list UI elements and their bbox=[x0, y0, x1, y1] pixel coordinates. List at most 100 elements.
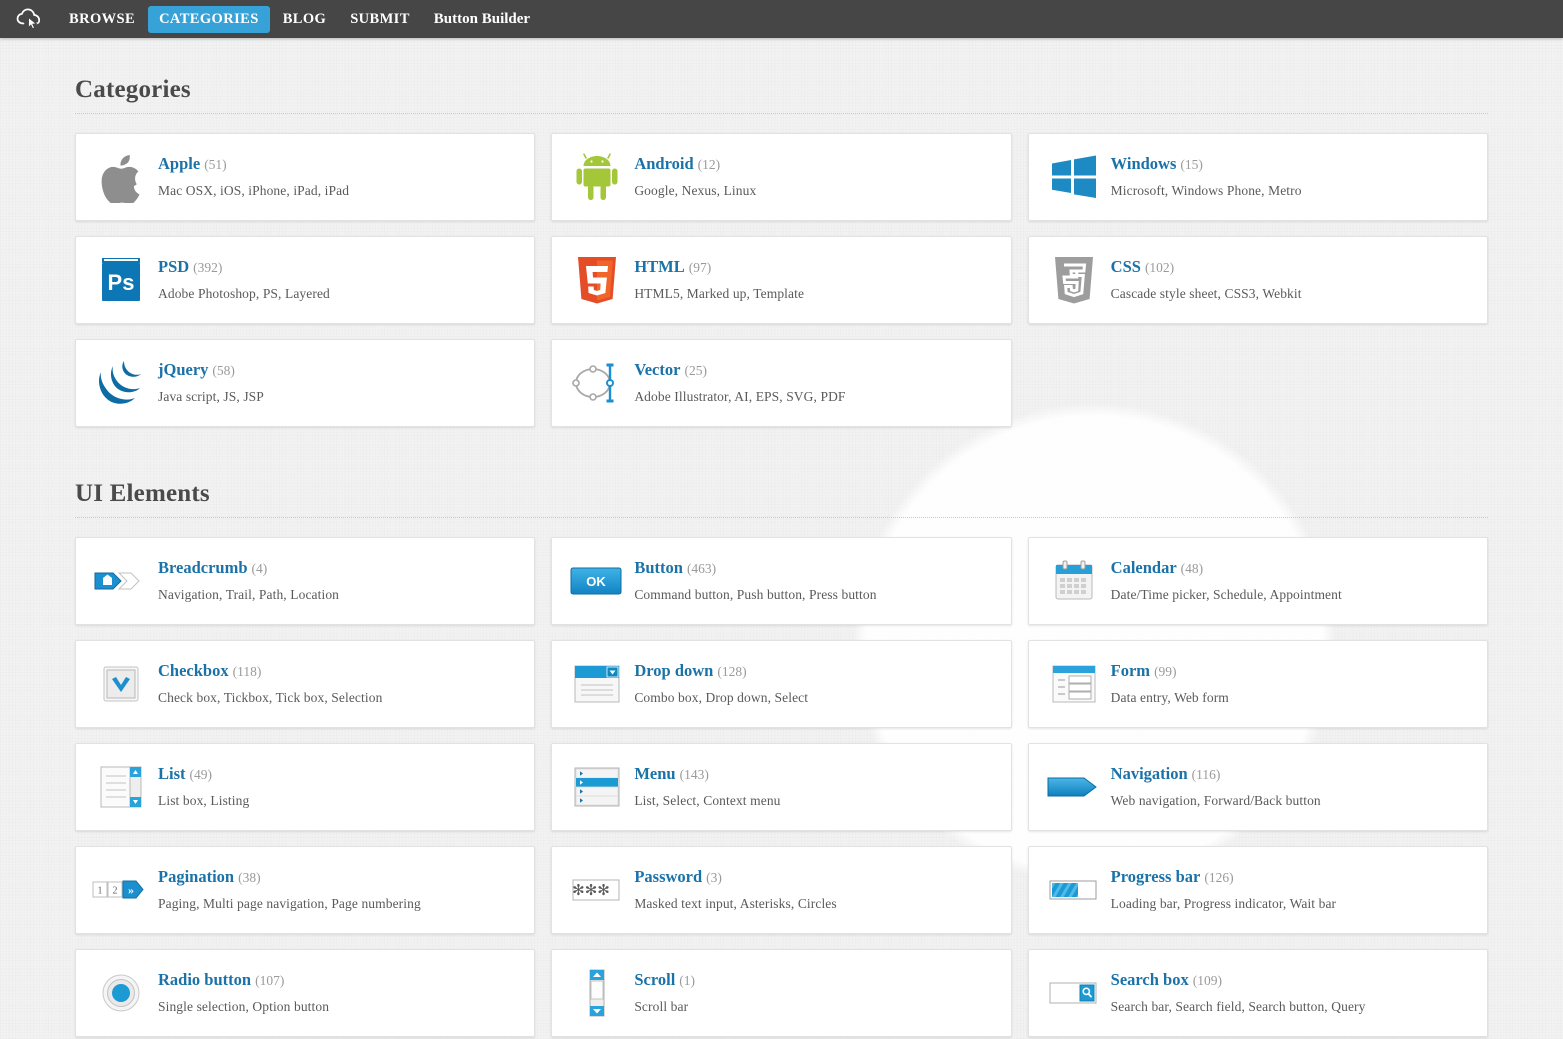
categories-grid: Apple(51) Mac OSX, iOS, iPhone, iPad, iP… bbox=[67, 133, 1496, 442]
category-card-html[interactable]: HTML(97) HTML5, Marked up, Template bbox=[551, 236, 1011, 324]
category-card-vector[interactable]: Vector(25) Adobe Illustrator, AI, EPS, S… bbox=[551, 339, 1011, 427]
checkbox-icon bbox=[90, 655, 152, 713]
ui-card-radio-button[interactable]: Radio button (107) Single selection, Opti… bbox=[75, 949, 535, 1037]
svg-text:1: 1 bbox=[98, 886, 103, 897]
card-desc: Adobe Photoshop, PS, Layered bbox=[158, 286, 330, 302]
ui-card-navigation[interactable]: Navigation(116) Web navigation, Forward/… bbox=[1028, 743, 1488, 831]
card-title: PSD bbox=[158, 257, 189, 276]
menu-icon bbox=[566, 758, 628, 816]
card-title: Android bbox=[634, 154, 693, 173]
apple-icon bbox=[90, 148, 152, 206]
svg-text:OK: OK bbox=[587, 574, 607, 589]
list-icon bbox=[90, 758, 152, 816]
card-desc: Microsoft, Windows Phone, Metro bbox=[1111, 183, 1302, 199]
category-card-android[interactable]: Android(12) Google, Nexus, Linux bbox=[551, 133, 1011, 221]
card-count: (4) bbox=[252, 561, 268, 576]
card-desc: Check box, Tickbox, Tick box, Selection bbox=[158, 690, 382, 706]
card-desc: Single selection, Option button bbox=[158, 999, 329, 1015]
scrollbar-icon bbox=[566, 964, 628, 1022]
vector-icon bbox=[566, 354, 628, 412]
card-desc: Navigation, Trail, Path, Location bbox=[158, 587, 339, 603]
card-title: Scroll bbox=[634, 970, 675, 989]
breadcrumb-icon bbox=[90, 552, 152, 610]
card-title: Search box bbox=[1111, 970, 1189, 989]
card-title: List bbox=[158, 764, 186, 783]
card-count: (392) bbox=[193, 260, 222, 275]
css3-icon bbox=[1043, 251, 1105, 309]
card-title: jQuery bbox=[158, 360, 208, 379]
card-count: (118) bbox=[233, 664, 262, 679]
card-title: HTML bbox=[634, 257, 684, 276]
category-card-windows[interactable]: Windows(15) Microsoft, Windows Phone, Me… bbox=[1028, 133, 1488, 221]
ui-card-scroll[interactable]: Scroll(1) Scroll bar bbox=[551, 949, 1011, 1037]
card-desc: List, Select, Context menu bbox=[634, 793, 780, 809]
category-card-apple[interactable]: Apple(51) Mac OSX, iOS, iPhone, iPad, iP… bbox=[75, 133, 535, 221]
card-desc: Combo box, Drop down, Select bbox=[634, 690, 808, 706]
card-desc: Paging, Multi page navigation, Page numb… bbox=[158, 896, 421, 912]
card-title: CSS bbox=[1111, 257, 1141, 276]
card-count: (107) bbox=[255, 973, 284, 988]
ui-card-pagination[interactable]: 1 2 » Pagination (38) Paging, Multi page … bbox=[75, 846, 535, 934]
card-count: (116) bbox=[1192, 767, 1221, 782]
ui-card-search-box[interactable]: Search box (109) Search bar, Search field… bbox=[1028, 949, 1488, 1037]
card-count: (102) bbox=[1145, 260, 1174, 275]
nav-browse[interactable]: BROWSE bbox=[58, 6, 146, 33]
card-desc: Data entry, Web form bbox=[1111, 690, 1229, 706]
android-icon bbox=[566, 148, 628, 206]
nav-submit[interactable]: SUBMIT bbox=[339, 6, 421, 33]
ui-card-list[interactable]: List(49) List box, Listing bbox=[75, 743, 535, 831]
pagination-icon: 1 2 » bbox=[90, 861, 152, 919]
svg-text:2: 2 bbox=[113, 886, 118, 897]
card-title: Pagination bbox=[158, 867, 234, 886]
password-icon: ✻✻✻ bbox=[566, 861, 628, 919]
card-count: (128) bbox=[717, 664, 746, 679]
ui-card-dropdown[interactable]: Drop down(128) Combo box, Drop down, Sel… bbox=[551, 640, 1011, 728]
ui-card-password[interactable]: ✻✻✻ Password(3) Masked text input, Aster… bbox=[551, 846, 1011, 934]
card-count: (126) bbox=[1204, 870, 1233, 885]
ui-card-button[interactable]: OK Button(463) Command button, Push butt… bbox=[551, 537, 1011, 625]
ok-button-icon: OK bbox=[566, 552, 628, 610]
section-title-categories: Categories bbox=[75, 38, 1488, 113]
section-title-ui-elements: UI Elements bbox=[75, 442, 1488, 517]
card-title: Checkbox bbox=[158, 661, 229, 680]
card-desc: Java script, JS, JSP bbox=[158, 389, 264, 405]
category-card-jquery[interactable]: jQuery (58) Java script, JS, JSP bbox=[75, 339, 535, 427]
card-desc: Date/Time picker, Schedule, Appointment bbox=[1111, 587, 1342, 603]
card-desc: Cascade style sheet, CSS3, Webkit bbox=[1111, 286, 1302, 302]
progressbar-icon bbox=[1043, 861, 1105, 919]
card-title: Progress bar bbox=[1111, 867, 1201, 886]
card-desc: Scroll bar bbox=[634, 999, 695, 1015]
card-desc: Search bar, Search field, Search button,… bbox=[1111, 999, 1366, 1015]
card-count: (12) bbox=[698, 157, 721, 172]
card-count: (48) bbox=[1181, 561, 1204, 576]
ui-card-breadcrumb[interactable]: Breadcrumb (4) Navigation, Trail, Path, L… bbox=[75, 537, 535, 625]
site-logo[interactable] bbox=[12, 4, 50, 34]
category-card-css[interactable]: CSS (102) Cascade style sheet, CSS3, Webk… bbox=[1028, 236, 1488, 324]
card-desc: Masked text input, Asterisks, Circles bbox=[634, 896, 836, 912]
nav-button-builder[interactable]: Button Builder bbox=[423, 6, 541, 33]
card-count: (15) bbox=[1180, 157, 1203, 172]
card-count: (109) bbox=[1193, 973, 1222, 988]
card-count: (58) bbox=[212, 363, 235, 378]
svg-text:»: » bbox=[128, 883, 134, 897]
card-desc: HTML5, Marked up, Template bbox=[634, 286, 804, 302]
nav-blog[interactable]: BLOG bbox=[272, 6, 338, 33]
ui-card-calendar[interactable]: Calendar(48) Date/Time picker, Schedule,… bbox=[1028, 537, 1488, 625]
card-title: Radio button bbox=[158, 970, 251, 989]
card-count: (25) bbox=[684, 363, 707, 378]
svg-text:Ps: Ps bbox=[108, 270, 135, 295]
category-card-psd[interactable]: Ps PSD (392) Adobe Photoshop, PS, Layered bbox=[75, 236, 535, 324]
form-icon bbox=[1043, 655, 1105, 713]
ui-elements-grid: Breadcrumb (4) Navigation, Trail, Path, L… bbox=[67, 537, 1496, 1039]
card-count: (463) bbox=[687, 561, 716, 576]
ui-card-checkbox[interactable]: Checkbox (118) Check box, Tickbox, Tick b… bbox=[75, 640, 535, 728]
ui-card-menu[interactable]: Menu(143) List, Select, Context menu bbox=[551, 743, 1011, 831]
ui-card-form[interactable]: Form(99) Data entry, Web form bbox=[1028, 640, 1488, 728]
section-divider bbox=[75, 113, 1488, 114]
nav-categories[interactable]: CATEGORIES bbox=[148, 6, 270, 33]
card-title: Form bbox=[1111, 661, 1150, 680]
card-title: Breadcrumb bbox=[158, 558, 248, 577]
ui-card-progressbar[interactable]: Progress bar(126) Loading bar, Progress … bbox=[1028, 846, 1488, 934]
card-title: Password bbox=[634, 867, 702, 886]
card-count: (38) bbox=[238, 870, 261, 885]
